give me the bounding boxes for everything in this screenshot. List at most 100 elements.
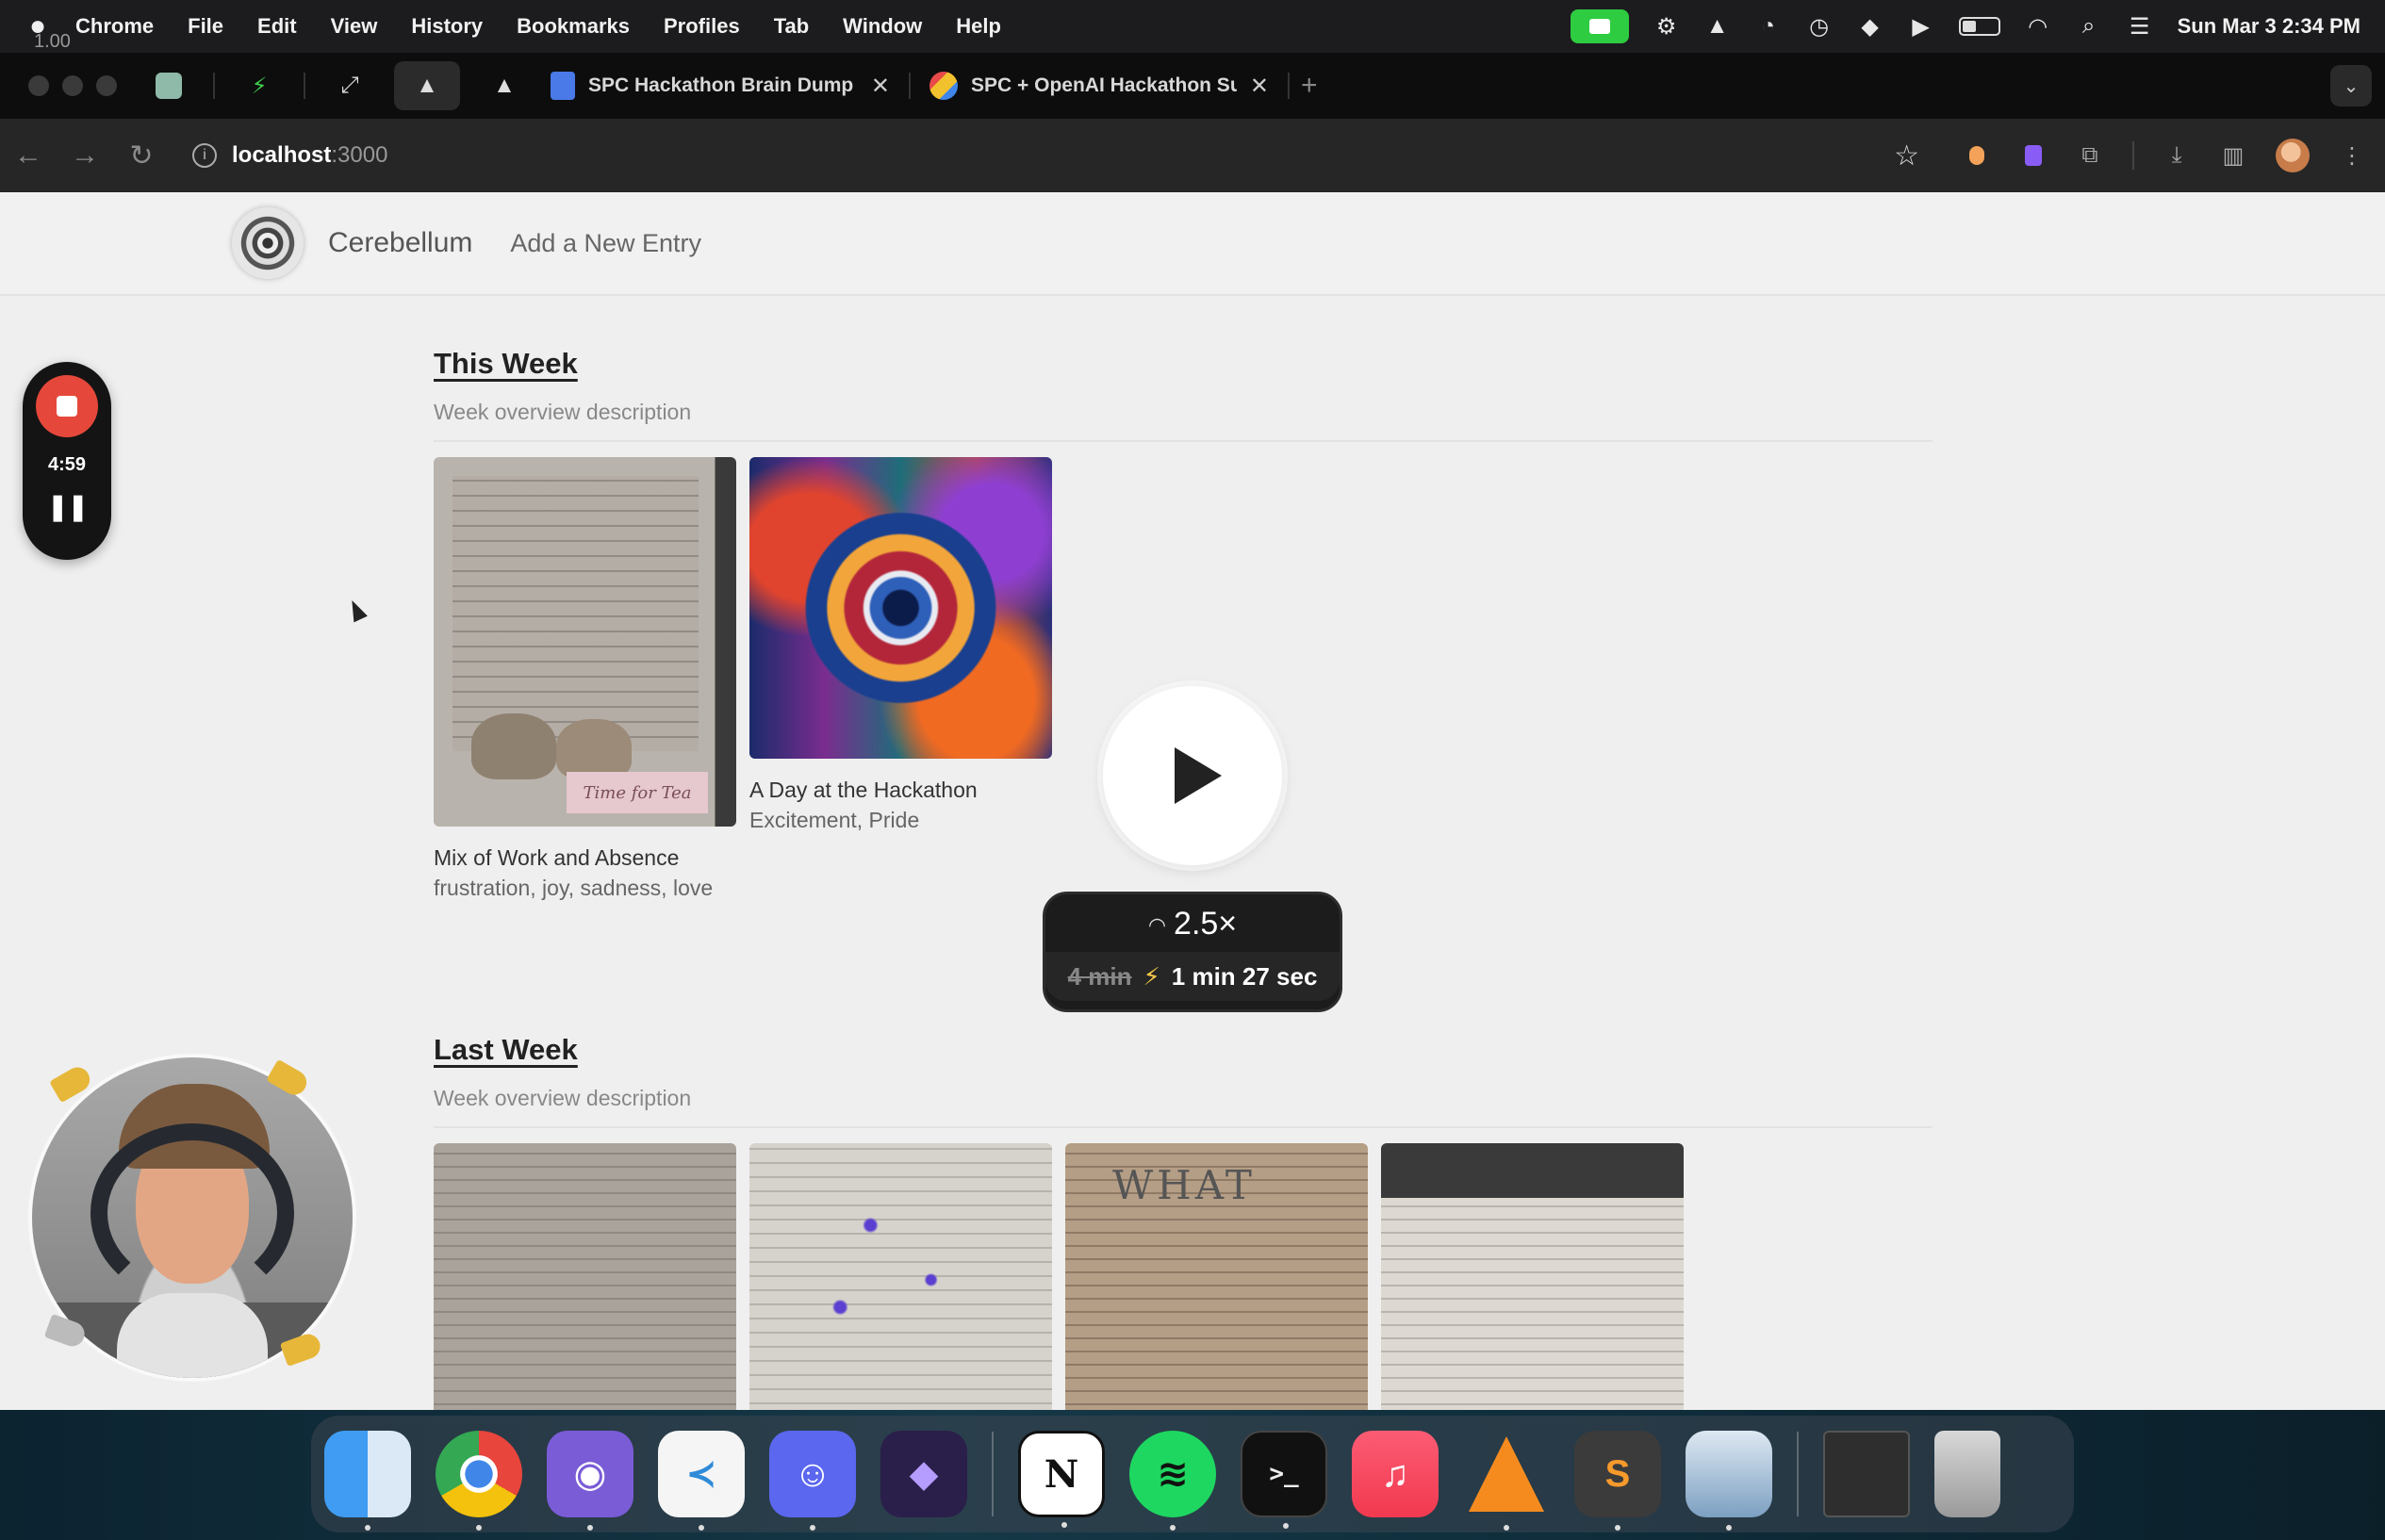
play-button[interactable] [1103, 686, 1282, 865]
stats-icon[interactable]: ◔ [1755, 13, 1782, 40]
pinned-tab-2[interactable]: ⚡ [232, 61, 287, 110]
chrome-icon[interactable] [436, 1431, 522, 1531]
preview-icon[interactable] [1686, 1431, 1772, 1531]
close-window-button[interactable] [28, 75, 49, 96]
back-arrow-icon[interactable]: ← [0, 139, 57, 172]
pinned-tab-active[interactable]: ▲ [394, 61, 460, 110]
notion-icon[interactable]: N [1018, 1431, 1105, 1528]
entry-card[interactable] [749, 1143, 1052, 1410]
menu-profiles[interactable]: Profiles [664, 14, 740, 39]
vlc-icon[interactable] [1463, 1431, 1550, 1531]
music-icon[interactable]: ♫ [1352, 1431, 1439, 1517]
site-brand[interactable]: Cerebellum [328, 227, 472, 259]
playback-speed-badge[interactable]: ◠ 2.5× 4 min ⚡ 1 min 27 sec [1043, 892, 1342, 1012]
menu-app-name[interactable]: Chrome [75, 14, 154, 39]
pinned-tab-3[interactable]: ⤢ [322, 61, 377, 110]
vlc-cone-icon[interactable]: ▲ [1704, 13, 1731, 40]
menu-tab[interactable]: Tab [774, 14, 809, 39]
menu-edit[interactable]: Edit [257, 14, 297, 39]
zoom-level: 1.00 [34, 31, 71, 52]
tab-search-chevron-icon[interactable]: ⌄ [2330, 65, 2372, 106]
more-menu-icon[interactable]: ⋮ [2338, 141, 2366, 170]
menu-history[interactable]: History [411, 14, 483, 39]
cerebellum-logo-icon[interactable] [232, 207, 304, 279]
gear-icon[interactable]: ⚙ [1653, 13, 1680, 40]
extensions-puzzle-icon[interactable]: ⧉ [2076, 141, 2104, 170]
extension-orange-icon[interactable] [1963, 141, 1991, 170]
github-desktop-icon[interactable]: ◉ [547, 1431, 633, 1531]
side-panel-icon[interactable]: ▥ [2219, 141, 2247, 170]
url-text[interactable]: localhost:3000 [232, 142, 387, 169]
obsidian-icon[interactable]: ◆ [880, 1431, 967, 1517]
journal-heading: WHAT [1112, 1162, 1256, 1208]
entry-card[interactable]: Time for Tea Mix of Work and Absence fru… [434, 457, 736, 903]
spotify-icon[interactable]: ≋ [1129, 1431, 1216, 1531]
minimize-window-button[interactable] [62, 75, 83, 96]
pinned-tab-5[interactable]: ▲ [477, 61, 532, 110]
time-machine-icon[interactable]: ◷ [1806, 13, 1833, 40]
facetime-camera-icon[interactable] [1570, 9, 1629, 43]
browser-toolbar: ← → ↻ i localhost:3000 ☆ ⧉ ⤓ ▥ ⋮ [0, 119, 2385, 192]
trash-icon[interactable] [1934, 1431, 2000, 1517]
entry-image-journal[interactable] [749, 1143, 1052, 1410]
reload-icon[interactable]: ↻ [113, 139, 170, 172]
entry-card[interactable] [434, 1143, 736, 1410]
extension-purple-icon[interactable] [2019, 141, 2048, 170]
forward-arrow-icon[interactable]: → [57, 139, 113, 172]
entry-image-journal[interactable]: WHAT [1065, 1143, 1368, 1410]
tab-spc-openai[interactable]: SPC + OpenAI Hackathon Su ✕ [911, 61, 1288, 110]
finder-icon[interactable] [324, 1431, 411, 1531]
entry-card[interactable] [1381, 1143, 1684, 1410]
entry-image-journal[interactable] [434, 1143, 736, 1410]
close-tab-icon[interactable]: ✕ [1250, 73, 1269, 100]
address-bar[interactable]: i localhost:3000 ☆ [179, 129, 1934, 182]
running-indicator [1061, 1522, 1067, 1528]
extensions-area: ⧉ ⤓ ▥ ⋮ [1934, 139, 2385, 172]
stop-recording-button[interactable] [36, 375, 98, 437]
entry-card[interactable]: A Day at the Hackathon Excitement, Pride [749, 457, 1052, 903]
add-entry-link[interactable]: Add a New Entry [510, 229, 701, 258]
menu-bar-clock[interactable]: Sun Mar 3 2:34 PM [2178, 14, 2360, 39]
menu-bookmarks[interactable]: Bookmarks [517, 14, 630, 39]
toolbar-separator [2132, 141, 2134, 170]
macos-menu-bar: ● 1.00 Chrome File Edit View History Boo… [0, 0, 2385, 53]
sublime-text-icon[interactable]: S [1574, 1431, 1661, 1531]
close-tab-icon[interactable]: ✕ [871, 73, 890, 100]
entry-card[interactable]: WHAT [1065, 1143, 1368, 1410]
apple-menu-icon[interactable]: ● 1.00 [0, 10, 75, 52]
download-icon[interactable]: ⤓ [2163, 141, 2191, 170]
recent-screenshot-icon[interactable] [1823, 1431, 1910, 1517]
last-week-section: Last Week Week overview description WHAT [434, 1033, 1933, 1410]
bookmark-star-icon[interactable]: ☆ [1894, 139, 1934, 172]
week-title: Last Week [434, 1033, 578, 1066]
menu-window[interactable]: Window [843, 14, 922, 39]
terminal-icon[interactable]: >_ [1241, 1431, 1327, 1529]
site-info-icon[interactable]: i [192, 143, 217, 168]
diamond-icon[interactable]: ◆ [1857, 13, 1883, 40]
running-indicator [1283, 1523, 1289, 1529]
play-circle-icon[interactable]: ▶ [1908, 13, 1934, 40]
entry-image-abstract[interactable] [749, 457, 1052, 759]
spotlight-search-icon[interactable]: ⌕ [2076, 13, 2102, 40]
entry-cards: WHAT [434, 1143, 1933, 1410]
menu-view[interactable]: View [331, 14, 378, 39]
vscode-icon[interactable]: ≺ [658, 1431, 745, 1531]
control-center-icon[interactable]: ☰ [2127, 13, 2153, 40]
entry-image-journal[interactable]: Time for Tea [434, 457, 736, 827]
browser-tab-strip: ⚡ ⤢ ▲ ▲ SPC Hackathon Brain Dump - ✕ SPC… [0, 53, 2385, 119]
entry-image-journal[interactable] [1381, 1143, 1684, 1410]
pinned-tab-1[interactable] [141, 61, 196, 110]
tab-title: SPC Hackathon Brain Dump - [588, 74, 858, 96]
speedometer-icon: ◠ [1147, 913, 1167, 938]
profile-avatar[interactable] [2276, 139, 2310, 172]
running-indicator [1726, 1525, 1732, 1531]
menu-file[interactable]: File [188, 14, 223, 39]
pause-icon[interactable]: ❚❚ [47, 491, 90, 522]
battery-icon[interactable] [1958, 17, 2000, 36]
maximize-window-button[interactable] [96, 75, 117, 96]
tab-brain-dump[interactable]: SPC Hackathon Brain Dump - ✕ [532, 61, 909, 110]
discord-icon[interactable]: ☺ [769, 1431, 856, 1531]
menu-help[interactable]: Help [956, 14, 1001, 39]
new-tab-button[interactable]: + [1290, 70, 1318, 102]
wifi-icon[interactable]: ◠ [2025, 13, 2051, 40]
